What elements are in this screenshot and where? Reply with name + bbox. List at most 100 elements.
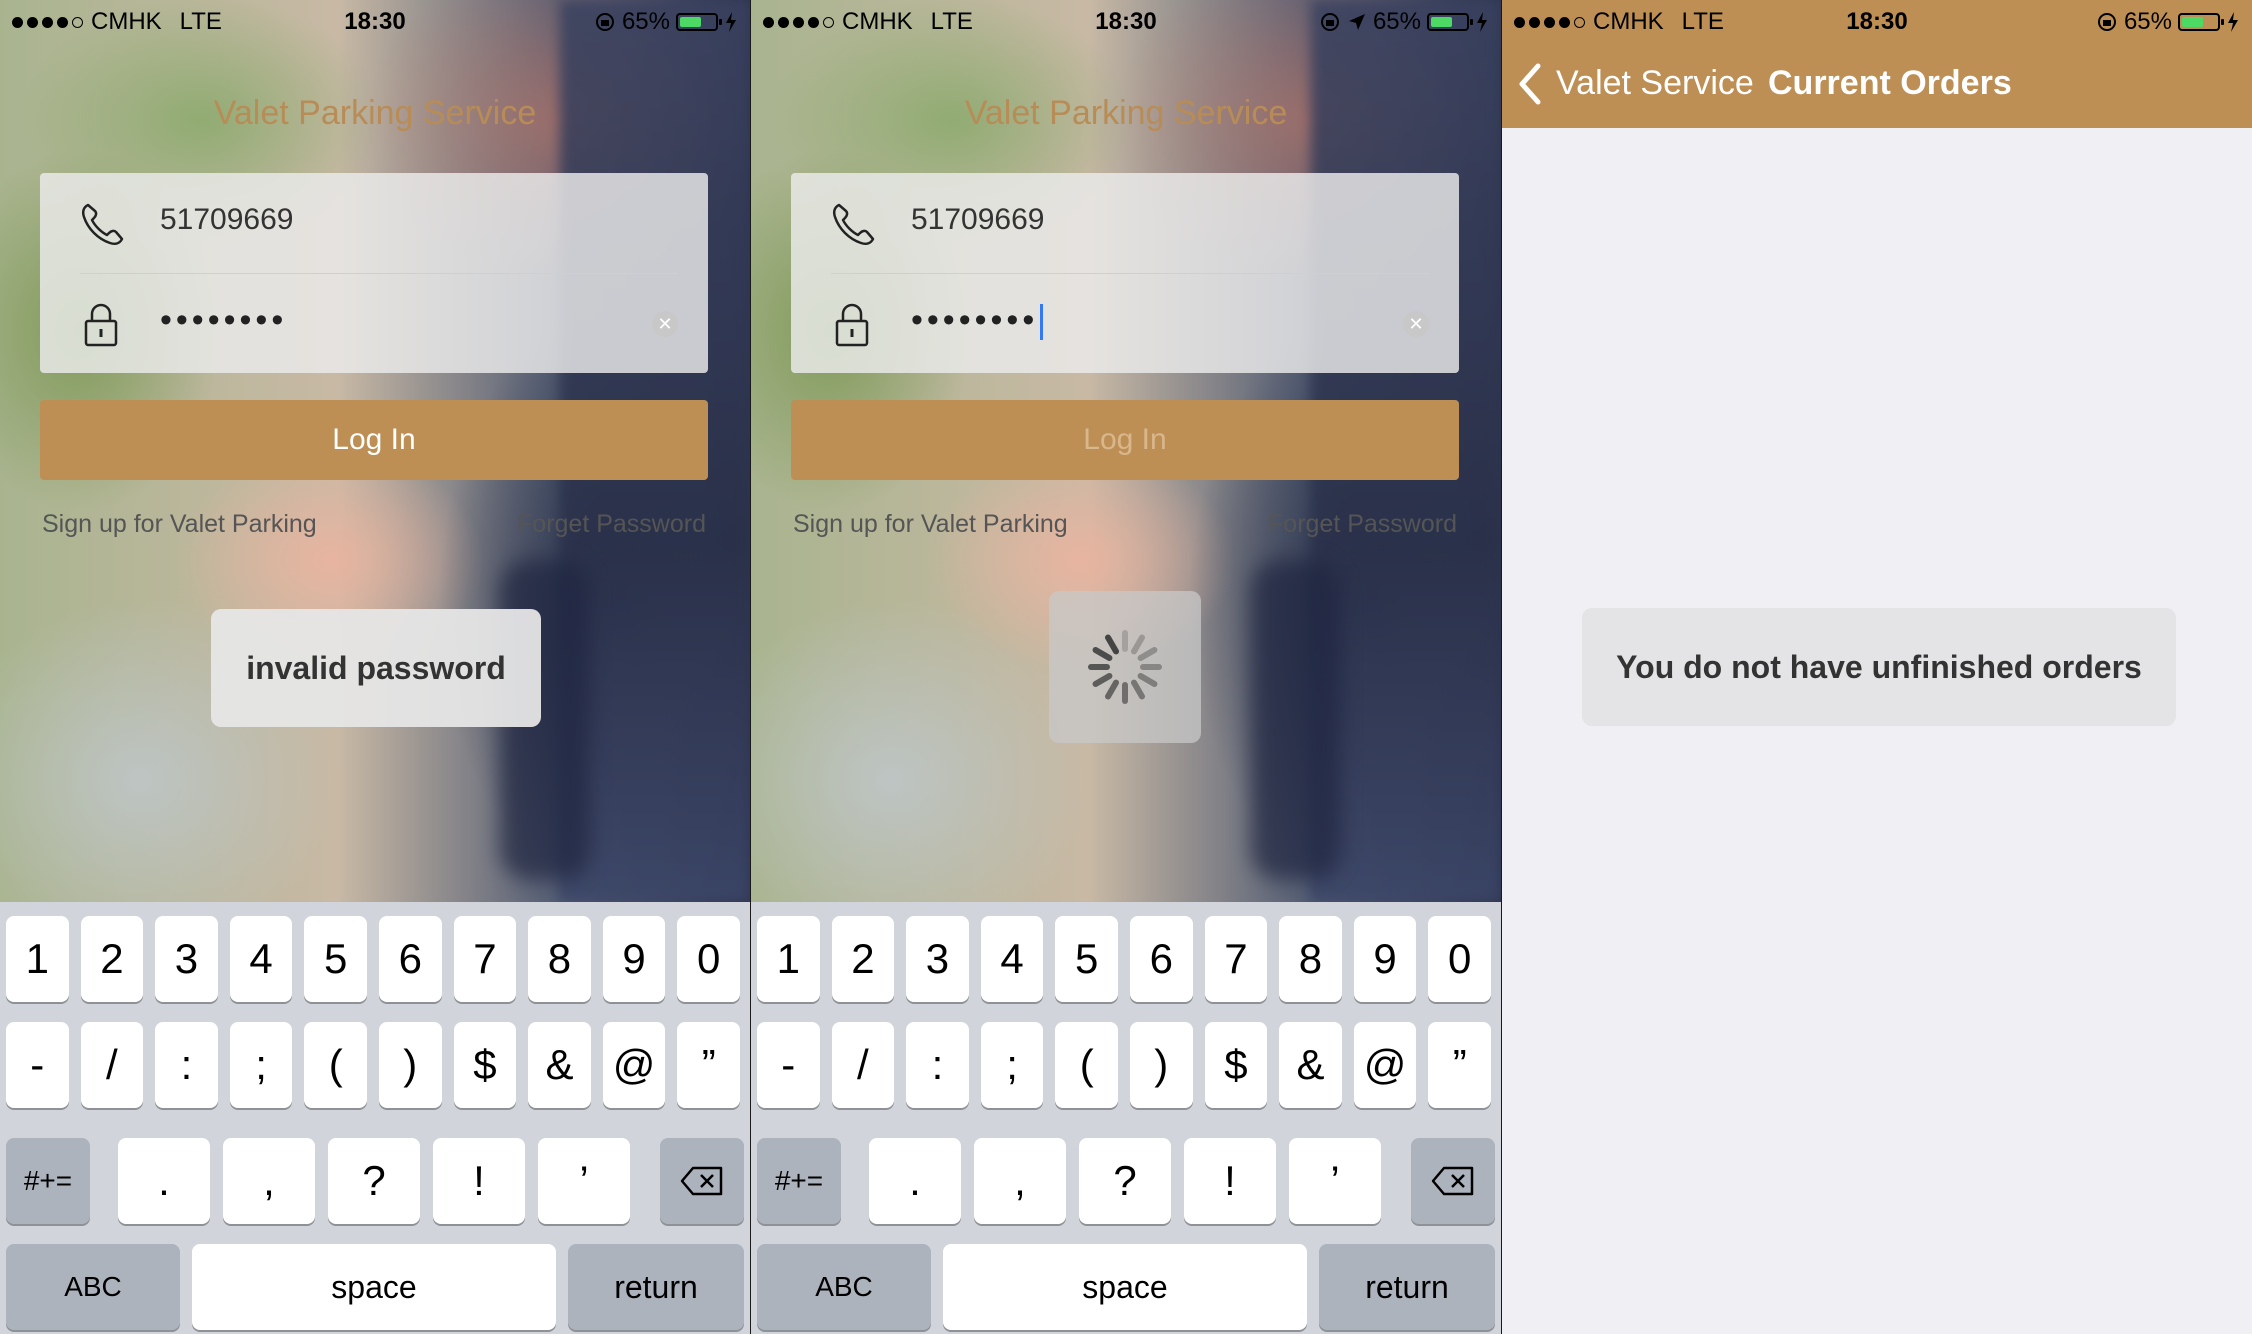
key-6[interactable]: 6 <box>379 916 442 1002</box>
nav-bar: CMHK LTE 18:30 65% Valet Service Current… <box>1502 0 2252 128</box>
key-5[interactable]: 5 <box>304 916 367 1002</box>
key-symbol[interactable]: ) <box>379 1022 442 1108</box>
key-symbol[interactable]: $ <box>453 1022 517 1108</box>
key-symbol[interactable]: ” <box>677 1022 740 1108</box>
screenshot-composite: CMHK LTE 18:30 65% Valet Parking Service… <box>0 0 2252 1334</box>
abc-key[interactable]: ABC <box>757 1244 931 1330</box>
key-0[interactable]: 0 <box>1428 916 1491 1002</box>
key-symbol[interactable]: ( <box>1055 1022 1118 1108</box>
key-3[interactable]: 3 <box>155 916 218 1002</box>
back-chevron-icon[interactable] <box>1514 62 1544 106</box>
key-symbol[interactable]: : <box>155 1022 218 1108</box>
key-0[interactable]: 0 <box>677 916 740 1002</box>
battery-icon <box>1427 13 1473 31</box>
key-symbol[interactable]: ” <box>1428 1022 1491 1108</box>
key-punctuation[interactable]: ’ <box>538 1138 630 1224</box>
key-symbol[interactable]: & <box>1279 1022 1342 1108</box>
forgot-password-link[interactable]: Forget Password <box>1268 510 1457 539</box>
key-3[interactable]: 3 <box>906 916 969 1002</box>
login-form: 51709669 •••••••• ✕ <box>40 173 708 373</box>
key-punctuation[interactable]: . <box>118 1138 210 1224</box>
password-field[interactable]: •••••••• ✕ <box>40 273 708 373</box>
key-punctuation[interactable]: ? <box>328 1138 420 1224</box>
key-symbol[interactable]: @ <box>602 1022 666 1108</box>
signup-link[interactable]: Sign up for Valet Parking <box>42 510 317 539</box>
key-symbol[interactable]: ; <box>980 1022 1044 1108</box>
spinner-spoke <box>1105 634 1119 655</box>
key-6[interactable]: 6 <box>1130 916 1193 1002</box>
phone-field[interactable]: 51709669 <box>791 173 1459 273</box>
key-8[interactable]: 8 <box>1279 916 1342 1002</box>
spinner-spoke <box>1137 673 1158 687</box>
login-button[interactable]: Log In <box>40 400 708 480</box>
symbols-key[interactable]: #+= <box>757 1138 841 1224</box>
spinner-spoke <box>1137 647 1158 661</box>
empty-orders-message: You do not have unfinished orders <box>1582 608 2176 726</box>
key-symbol[interactable]: - <box>757 1022 820 1108</box>
key-symbol[interactable]: / <box>80 1022 144 1108</box>
key-9[interactable]: 9 <box>1353 916 1417 1002</box>
login-button[interactable]: Log In <box>791 400 1459 480</box>
battery-percent: 65% <box>621 8 670 35</box>
backspace-key[interactable] <box>660 1138 744 1224</box>
space-key[interactable]: space <box>192 1244 556 1330</box>
key-9[interactable]: 9 <box>602 916 666 1002</box>
key-symbol[interactable]: @ <box>1353 1022 1417 1108</box>
key-symbol[interactable]: ) <box>1130 1022 1193 1108</box>
key-symbol[interactable]: / <box>831 1022 895 1108</box>
key-symbol[interactable]: - <box>6 1022 69 1108</box>
key-1[interactable]: 1 <box>757 916 820 1002</box>
password-input[interactable]: •••••••• <box>160 301 287 340</box>
key-4[interactable]: 4 <box>229 916 293 1002</box>
key-2[interactable]: 2 <box>80 916 144 1002</box>
spinner-spoke <box>1092 673 1113 687</box>
lock-icon <box>84 303 118 347</box>
key-1[interactable]: 1 <box>6 916 69 1002</box>
key-8[interactable]: 8 <box>528 916 591 1002</box>
rotation-lock-icon <box>595 13 614 31</box>
key-symbol[interactable]: & <box>528 1022 591 1108</box>
status-bar: CMHK LTE 18:30 65% <box>1502 0 2252 40</box>
key-5[interactable]: 5 <box>1055 916 1118 1002</box>
symbols-key[interactable]: #+= <box>6 1138 90 1224</box>
password-input[interactable]: •••••••• <box>911 301 1044 341</box>
key-symbol[interactable]: ; <box>229 1022 293 1108</box>
space-key[interactable]: space <box>943 1244 1307 1330</box>
key-punctuation[interactable]: . <box>869 1138 961 1224</box>
key-symbol[interactable]: $ <box>1204 1022 1268 1108</box>
key-7[interactable]: 7 <box>453 916 517 1002</box>
key-punctuation[interactable]: , <box>223 1138 315 1224</box>
key-punctuation[interactable]: ’ <box>1289 1138 1381 1224</box>
battery-icon <box>2178 13 2224 31</box>
status-bar: CMHK LTE 18:30 65% <box>0 0 750 40</box>
login-form: 51709669 •••••••• ✕ <box>791 173 1459 373</box>
forgot-password-link[interactable]: Forget Password <box>517 510 706 539</box>
clear-icon[interactable]: ✕ <box>1403 311 1429 337</box>
key-punctuation[interactable]: , <box>974 1138 1066 1224</box>
abc-key[interactable]: ABC <box>6 1244 180 1330</box>
key-4[interactable]: 4 <box>980 916 1044 1002</box>
key-2[interactable]: 2 <box>831 916 895 1002</box>
backspace-icon <box>680 1166 723 1196</box>
password-field[interactable]: •••••••• ✕ <box>791 273 1459 373</box>
phone-field[interactable]: 51709669 <box>40 173 708 273</box>
phone-input[interactable]: 51709669 <box>160 203 293 237</box>
nav-title: Current Orders <box>1768 64 2012 102</box>
key-symbol[interactable]: ( <box>304 1022 367 1108</box>
key-7[interactable]: 7 <box>1204 916 1268 1002</box>
key-punctuation[interactable]: ! <box>1184 1138 1276 1224</box>
charging-icon <box>726 12 736 32</box>
spinner-icon <box>1088 630 1162 704</box>
phone-icon <box>81 203 124 246</box>
back-button[interactable]: Valet Service <box>1556 64 1754 103</box>
return-key[interactable]: return <box>568 1244 744 1330</box>
clear-icon[interactable]: ✕ <box>652 311 678 337</box>
key-symbol[interactable]: : <box>906 1022 969 1108</box>
phone-input[interactable]: 51709669 <box>911 203 1044 237</box>
backspace-key[interactable] <box>1411 1138 1495 1224</box>
key-punctuation[interactable]: ? <box>1079 1138 1171 1224</box>
login-screen-loading: CMHK LTE 18:30 65% Valet Parking Service… <box>751 0 1501 1334</box>
return-key[interactable]: return <box>1319 1244 1495 1330</box>
signup-link[interactable]: Sign up for Valet Parking <box>793 510 1068 539</box>
key-punctuation[interactable]: ! <box>433 1138 525 1224</box>
